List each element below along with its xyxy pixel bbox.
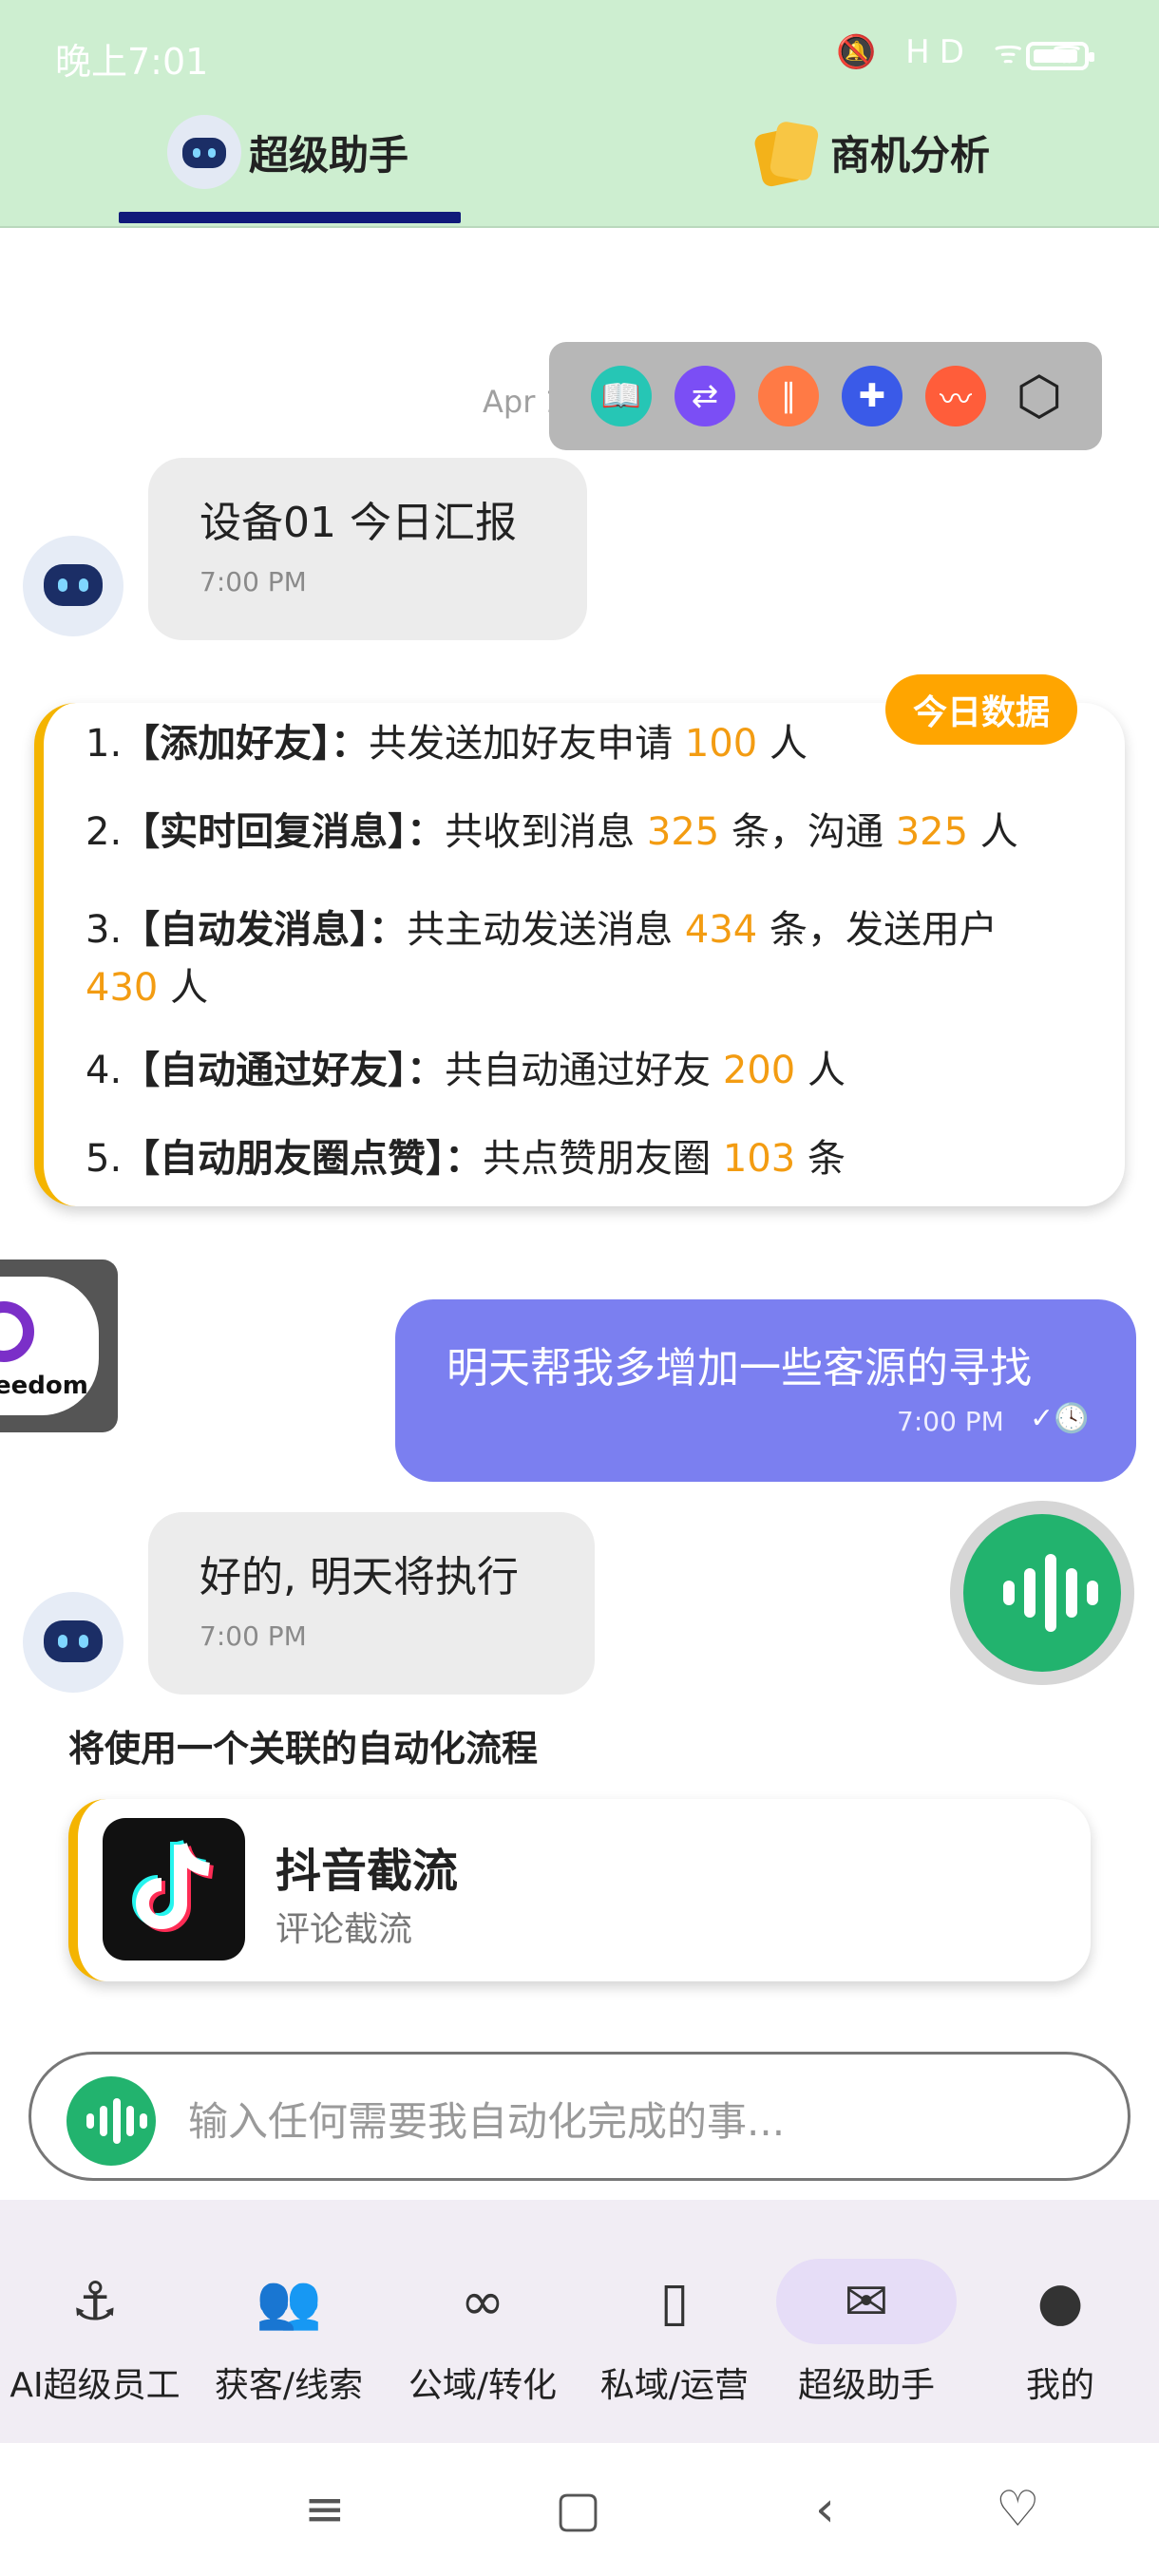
mail-icon: ✉: [776, 2259, 957, 2344]
voice-wave-icon: [86, 2098, 147, 2144]
logo-text: eedom: [0, 1372, 88, 1400]
audio-icon[interactable]: ∥: [758, 366, 819, 426]
robot-icon: [167, 115, 241, 189]
tab-super-assistant[interactable]: 超级助手: [167, 114, 408, 190]
user-avatar: eedom: [0, 1260, 118, 1432]
chart-bubble-icon[interactable]: 〰: [925, 366, 986, 426]
people-icon: 👥: [256, 2271, 322, 2333]
message-time: 7:00 PM: [897, 1406, 1004, 1437]
nav-label: 我的: [1025, 2366, 1094, 2405]
bot-message-bubble: 好的, 明天将执行 7:00 PM: [148, 1512, 595, 1695]
anchor-icon: ⚓: [70, 2270, 120, 2333]
message-time: 7:00 PM: [200, 566, 307, 597]
input-placeholder: 输入任何需要我自动化完成的事...: [188, 2098, 786, 2145]
message-status-icon: ✓🕓: [1030, 1402, 1090, 1435]
nav-profile[interactable]: ● 我的: [965, 2200, 1155, 2443]
linked-workflow-title: 将使用一个关联的自动化流程: [68, 1728, 539, 1770]
active-tab-indicator: [119, 212, 461, 223]
nav-ai-employee[interactable]: ⚓ AI超级员工: [0, 2200, 190, 2443]
menu-icon[interactable]: ≡: [304, 2481, 346, 2538]
battery-icon: [1026, 42, 1094, 70]
message-text: 明天帮我多增加一些客源的寻找: [446, 1344, 1032, 1392]
daily-item-continued: 430 人: [86, 966, 209, 1010]
bot-message-bubble: 设备01 今日汇报 7:00 PM: [148, 458, 587, 640]
tab-opportunity-analysis[interactable]: 商机分析: [750, 114, 990, 190]
user-message-bubble: 明天帮我多增加一些客源的寻找 7:00 PM ✓🕓: [395, 1299, 1136, 1482]
account-icon: ●: [1036, 2270, 1084, 2333]
message-time: 7:00 PM: [200, 1620, 307, 1652]
nav-leads[interactable]: 👥 获客/线索: [194, 2200, 384, 2443]
logo-q-icon: [0, 1301, 34, 1362]
bot-avatar: [23, 536, 124, 636]
home-icon[interactable]: ▢: [555, 2481, 601, 2538]
status-time: 晚上7:01: [55, 41, 209, 83]
tab-label: 商机分析: [830, 131, 991, 179]
nav-label: AI超级员工: [10, 2366, 180, 2405]
douyin-app-icon: [103, 1818, 245, 1960]
voice-float-button[interactable]: [950, 1501, 1134, 1685]
voice-input-button[interactable]: [66, 2076, 156, 2166]
bot-avatar: [23, 1592, 124, 1693]
nav-private-domain[interactable]: ▯ 私域/运营: [580, 2200, 770, 2443]
tag-icon: [750, 118, 820, 188]
nav-super-assistant[interactable]: ✉ 超级助手: [771, 2200, 961, 2443]
workflow-name: 抖音截流: [276, 1845, 459, 1898]
floating-toolbar: 📖 ⇄ ∥ ✚ 〰 ⬡: [549, 342, 1102, 450]
daily-data-badge: 今日数据: [885, 674, 1077, 745]
workflow-subtitle: 评论截流: [276, 1910, 413, 1949]
voice-wave-icon: [1003, 1554, 1098, 1632]
swap-icon[interactable]: ⇄: [674, 366, 735, 426]
daily-item: 2.【实时回复消息】：共收到消息 325 条，沟通 325 人: [86, 810, 1018, 854]
infinity-icon: ∞: [460, 2270, 505, 2333]
nav-label: 私域/运营: [599, 2366, 750, 2405]
daily-item: 3.【自动发消息】：共主动发送消息 434 条，发送用户: [86, 908, 998, 952]
book-icon[interactable]: 📖: [591, 366, 652, 426]
daily-item: 5.【自动朋友圈点赞】：共点赞朋友圈 103 条: [86, 1137, 846, 1181]
back-icon[interactable]: ‹: [815, 2481, 835, 2538]
nav-label: 获客/线索: [214, 2366, 364, 2405]
settings-hex-icon[interactable]: ⬡: [1009, 366, 1070, 427]
nav-label: 公域/转化: [408, 2366, 558, 2405]
daily-item: 1.【添加好友】：共发送加好友申请 100 人: [86, 722, 808, 766]
nav-public-domain[interactable]: ∞ 公域/转化: [388, 2200, 578, 2443]
message-text: 好的, 明天将执行: [200, 1553, 519, 1601]
message-text: 设备01 今日汇报: [200, 499, 517, 547]
tab-label: 超级助手: [249, 131, 409, 179]
puzzle-icon[interactable]: ✚: [842, 366, 902, 426]
phone-icon: ▯: [659, 2270, 690, 2333]
nav-label: 超级助手: [797, 2366, 935, 2405]
assistant-icon[interactable]: ♡: [996, 2481, 1040, 2538]
daily-item: 4.【自动通过好友】：共自动通过好友 200 人: [86, 1049, 846, 1092]
